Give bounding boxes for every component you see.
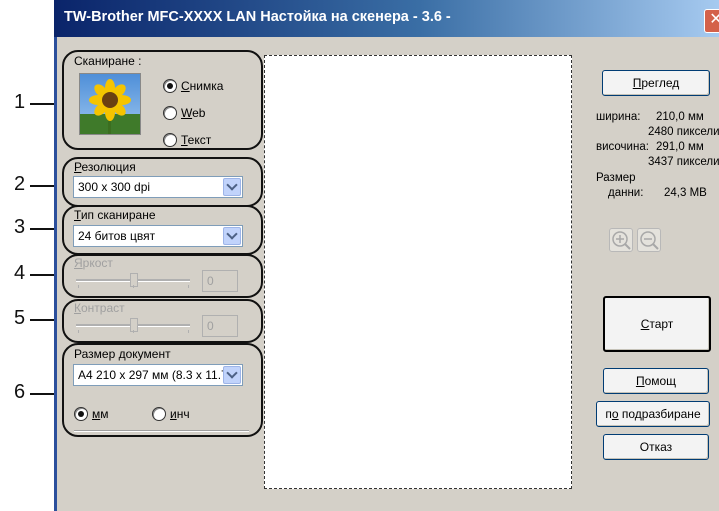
width-pixels: 2480 пиксели <box>648 126 719 138</box>
callout-5: 5 <box>14 307 26 329</box>
callout-1: 1 <box>14 91 26 113</box>
contrast-value-field[interactable]: 0 <box>202 315 238 337</box>
contrast-label: Контраст <box>74 301 125 315</box>
unit-mm-label[interactable]: мм <box>92 407 109 421</box>
contrast-slider-thumb[interactable] <box>130 318 138 332</box>
help-button[interactable]: Помощ <box>603 368 709 394</box>
scan-web-label[interactable]: Web <box>181 106 205 120</box>
slider-tick <box>188 285 189 288</box>
resolution-value: 300 x 300 dpi <box>78 180 151 194</box>
brightness-label: Яркост <box>74 256 113 270</box>
scan-mode-label: Сканиране : <box>74 54 142 68</box>
data-size-label-1: Размер <box>596 172 636 184</box>
dropdown-arrow-icon[interactable] <box>223 178 241 196</box>
unit-inch-radio[interactable] <box>152 407 166 421</box>
start-button[interactable]: Старт <box>603 296 711 352</box>
brightness-value-field[interactable]: 0 <box>202 270 238 292</box>
scan-type-select[interactable]: 24 битов цвят <box>73 225 243 247</box>
unit-inch-label[interactable]: инч <box>170 407 190 421</box>
scan-text-label[interactable]: Текст <box>181 133 211 147</box>
dropdown-arrow-icon[interactable] <box>223 227 241 245</box>
preview-button[interactable]: Преглед <box>602 70 710 96</box>
scan-photo-label[interactable]: Снимка <box>181 79 223 93</box>
preview-area[interactable] <box>264 55 572 489</box>
slider-tick <box>188 330 189 333</box>
slider-tick <box>78 330 79 333</box>
sunflower-thumbnail <box>79 73 141 135</box>
scan-type-value: 24 битов цвят <box>78 229 156 243</box>
window-title: TW-Brother MFC-XXXX LAN Настойка на скен… <box>64 9 451 25</box>
height-value: 291,0 мм <box>656 141 704 153</box>
zoom-in-icon[interactable] <box>609 228 633 252</box>
scan-web-radio[interactable] <box>163 106 177 120</box>
callout-3: 3 <box>14 216 26 238</box>
close-icon[interactable]: ✕ <box>704 9 719 33</box>
scan-text-radio[interactable] <box>163 133 177 147</box>
divider <box>74 430 249 432</box>
slider-tick <box>78 285 79 288</box>
slider-tick <box>133 330 134 333</box>
document-size-value: A4 210 x 297 мм (8.3 x 11.7 <box>78 368 224 382</box>
scan-photo-radio[interactable] <box>163 79 177 93</box>
data-size-value: 24,3 MB <box>664 187 707 199</box>
width-value: 210,0 мм <box>656 111 704 123</box>
height-pixels: 3437 пиксели <box>648 156 719 168</box>
document-size-label: Размер документ <box>74 347 171 361</box>
callout-6: 6 <box>14 381 26 403</box>
default-button[interactable]: по подразбиране <box>596 401 710 427</box>
document-size-select[interactable]: A4 210 x 297 мм (8.3 x 11.7 <box>73 364 243 386</box>
resolution-label: Резолюция <box>74 160 136 174</box>
data-size-label-2: данни: <box>608 187 644 199</box>
height-label: височина: <box>596 141 649 153</box>
brightness-slider-thumb[interactable] <box>130 273 138 287</box>
window-frame <box>54 37 57 511</box>
zoom-out-icon[interactable] <box>637 228 661 252</box>
width-label: ширина: <box>596 111 641 123</box>
slider-tick <box>133 285 134 288</box>
callout-2: 2 <box>14 173 26 195</box>
unit-mm-radio[interactable] <box>74 407 88 421</box>
callout-4: 4 <box>14 262 26 284</box>
title-bar: TW-Brother MFC-XXXX LAN Настойка на скен… <box>54 0 719 37</box>
resolution-select[interactable]: 300 x 300 dpi <box>73 176 243 198</box>
scanner-settings-window: TW-Brother MFC-XXXX LAN Настойка на скен… <box>54 0 719 511</box>
scan-type-label: Тип сканиране <box>74 208 156 222</box>
cancel-button[interactable]: Отказ <box>603 434 709 460</box>
dropdown-arrow-icon[interactable] <box>223 366 241 384</box>
